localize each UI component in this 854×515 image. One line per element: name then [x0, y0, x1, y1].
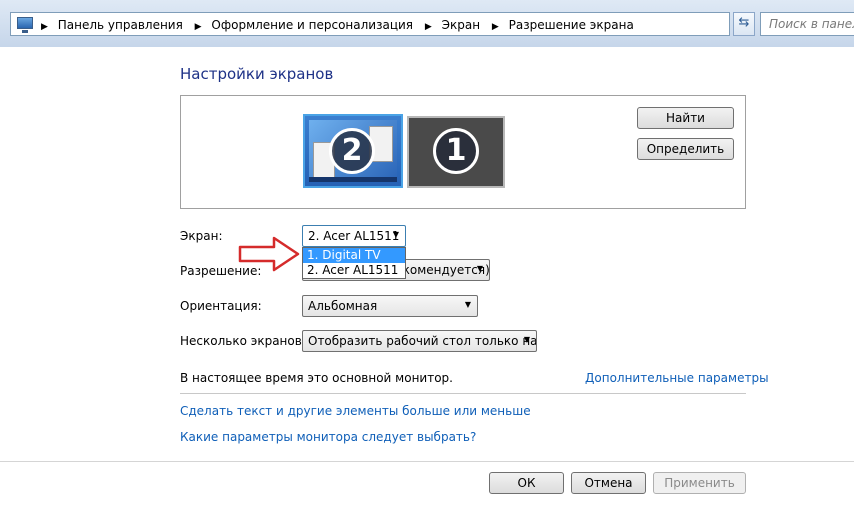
refresh-icon: ⇆ — [738, 15, 750, 30]
divider — [0, 461, 854, 462]
orientation-select[interactable]: Альбомная ▼ — [302, 295, 478, 317]
address-bar: ▶ Панель управления ▶ Оформление и персо… — [0, 0, 854, 47]
ok-button[interactable]: ОК — [489, 472, 564, 494]
which-settings-link[interactable]: Какие параметры монитора следует выбрать… — [180, 430, 476, 444]
find-button[interactable]: Найти — [637, 107, 734, 129]
multiple-displays-label: Несколько экранов: — [180, 334, 306, 348]
control-panel-icon — [17, 17, 33, 33]
chevron-right-icon[interactable]: ▶ — [41, 22, 48, 32]
orientation-label: Ориентация: — [180, 299, 262, 313]
divider — [180, 393, 746, 394]
chevron-down-icon: ▼ — [392, 230, 399, 239]
screen-label: Экран: — [180, 229, 223, 243]
dropdown-option[interactable]: 1. Digital TV — [303, 248, 405, 263]
monitor-2-thumbnail[interactable]: 2 — [303, 114, 403, 188]
chevron-down-icon: ▼ — [464, 300, 471, 309]
multiple-displays-select-value: Отобразить рабочий стол только на 2 — [308, 334, 537, 348]
search-input[interactable]: Поиск в панели управления — [760, 12, 854, 36]
chevron-down-icon: ▼ — [476, 264, 483, 273]
screen-select-value: 2. Acer AL1511 — [308, 229, 400, 243]
cancel-button[interactable]: Отмена — [571, 472, 646, 494]
breadcrumb-item[interactable]: Разрешение экрана — [509, 18, 634, 32]
orientation-select-value: Альбомная — [308, 299, 378, 313]
text-size-link[interactable]: Сделать текст и другие элементы больше и… — [180, 404, 531, 418]
arrow-annotation-icon — [238, 236, 300, 272]
breadcrumb-item[interactable]: Оформление и персонализация — [211, 18, 413, 32]
main-monitor-status: В настоящее время это основной монитор. — [180, 371, 453, 385]
monitor-number-badge: 1 — [433, 128, 479, 174]
dropdown-option[interactable]: 2. Acer AL1511 — [303, 263, 405, 278]
screen-select[interactable]: 2. Acer AL1511 ▼ — [302, 225, 406, 247]
breadcrumb-item[interactable]: Экран — [442, 18, 480, 32]
refresh-button[interactable]: ⇆ — [733, 12, 755, 36]
chevron-right-icon[interactable]: ▶ — [195, 22, 202, 32]
taskbar-thumbnail — [309, 177, 397, 182]
breadcrumb-item[interactable]: Панель управления — [58, 18, 183, 32]
chevron-down-icon: ▼ — [523, 335, 530, 344]
advanced-settings-link[interactable]: Дополнительные параметры — [585, 371, 769, 385]
screen-dropdown-list: 1. Digital TV 2. Acer AL1511 — [302, 247, 406, 279]
multiple-displays-select[interactable]: Отобразить рабочий стол только на 2 ▼ — [302, 330, 537, 352]
page-title: Настройки экранов — [180, 65, 334, 83]
detect-button[interactable]: Определить — [637, 138, 734, 160]
monitor-1-thumbnail[interactable]: 1 — [407, 116, 505, 188]
chevron-right-icon[interactable]: ▶ — [492, 22, 499, 32]
breadcrumb[interactable]: ▶ Панель управления ▶ Оформление и персо… — [10, 12, 730, 36]
chevron-right-icon[interactable]: ▶ — [425, 22, 432, 32]
monitor-number-badge: 2 — [329, 128, 375, 174]
apply-button[interactable]: Применить — [653, 472, 746, 494]
